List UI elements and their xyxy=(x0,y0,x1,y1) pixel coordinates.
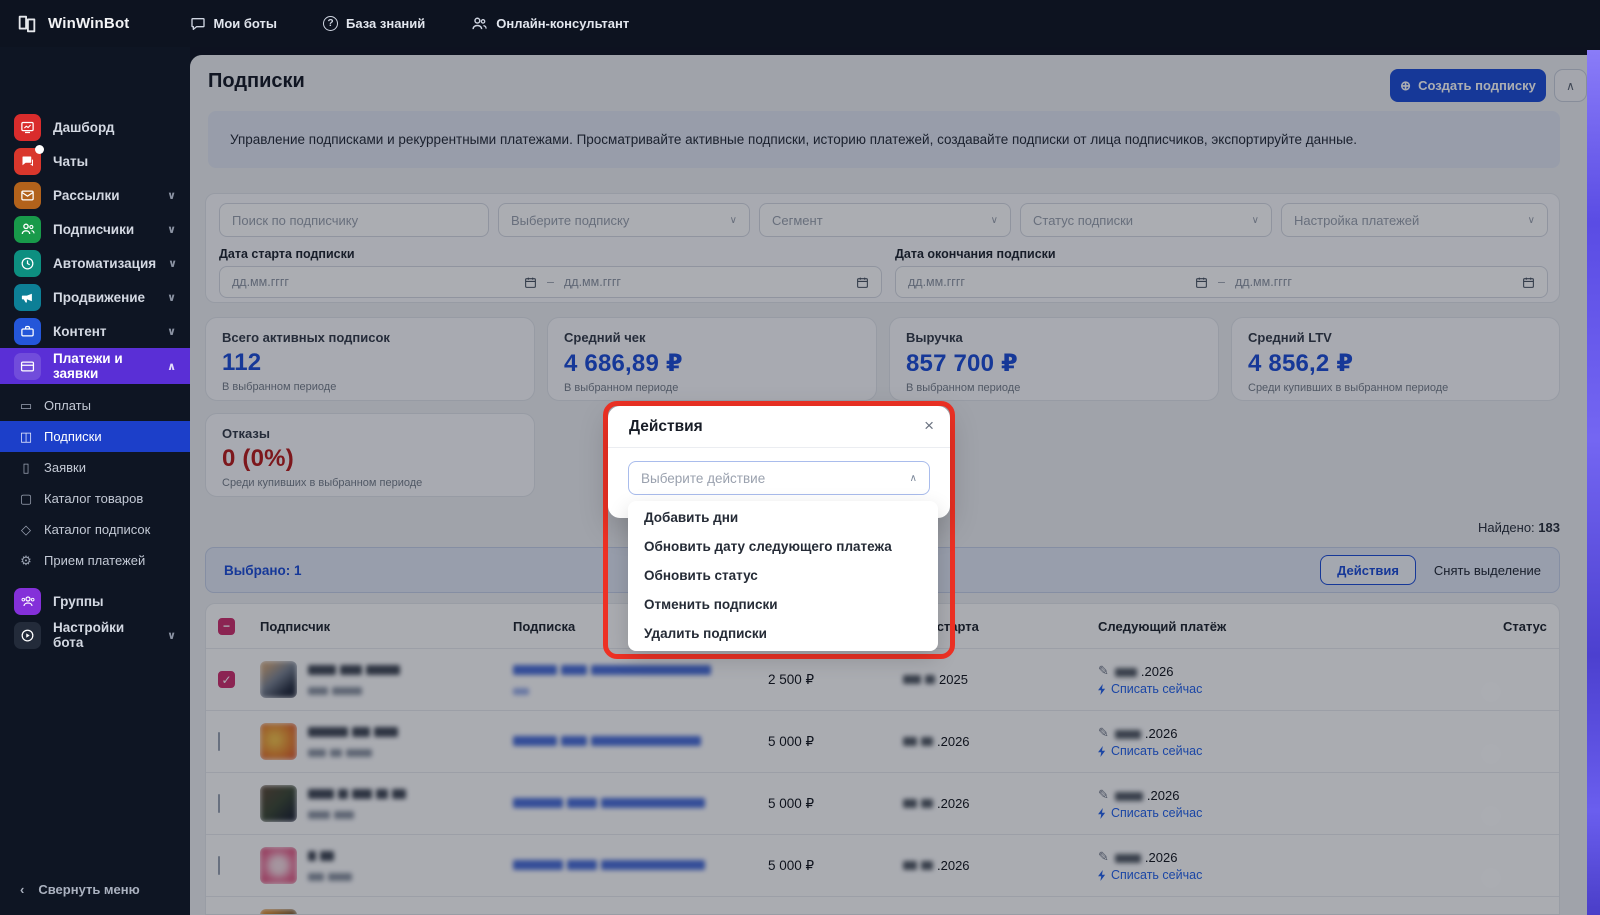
winwinbot-logo-icon xyxy=(16,13,38,35)
close-icon[interactable]: × xyxy=(924,416,934,436)
chat-bubble-icon xyxy=(190,16,206,32)
dropdown-option-add-days[interactable]: Добавить дни xyxy=(628,503,938,532)
chats-unread-badge xyxy=(35,144,44,154)
chevron-down-icon: ∨ xyxy=(167,189,176,202)
modal-title: Действия xyxy=(629,418,703,435)
chevron-up-icon: ∧ xyxy=(167,360,176,373)
sidebar-subitem-requests[interactable]: ▯ Заявки xyxy=(0,452,190,483)
sidebar-subitem-label: Заявки xyxy=(44,460,86,475)
topnav: Мои боты ? База знаний Онлайн-консультан… xyxy=(190,16,629,32)
sidebar-item-label: Чаты xyxy=(53,153,89,169)
dashboard-icon xyxy=(14,113,41,141)
sidebar-item-promotion[interactable]: Продвижение ∨ xyxy=(0,280,190,314)
sidebar-subitem-payments-list[interactable]: ▭ Оплаты xyxy=(0,390,190,421)
nav-knowledge-base-label: База знаний xyxy=(346,16,426,31)
chevron-down-icon: ∨ xyxy=(167,291,176,304)
brand[interactable]: WinWinBot xyxy=(16,13,130,35)
bot-settings-icon xyxy=(14,621,41,649)
sidebar-item-label: Продвижение xyxy=(53,289,146,305)
app-window: WinWinBot Мои боты ? База знаний Онлайн-… xyxy=(0,0,1600,915)
dropdown-option-delete-subscriptions[interactable]: Удалить подписки xyxy=(628,619,938,648)
sidebar-subitem-label: Оплаты xyxy=(44,398,91,413)
sidebar-item-broadcasts[interactable]: Рассылки ∨ xyxy=(0,178,190,212)
sidebar-item-groups[interactable]: Группы xyxy=(0,584,190,618)
sidebar-item-label: Контент xyxy=(53,323,107,339)
nav-online-consultant[interactable]: Онлайн-консультант xyxy=(471,16,629,31)
sidebar-item-payments[interactable]: Платежи и заявки ∧ xyxy=(0,348,190,384)
main-area: Подписки ⊕ Создать подписку ∧ Управление… xyxy=(190,47,1600,915)
subscribers-icon xyxy=(14,215,41,243)
sidebar-item-label: Дашборд xyxy=(53,119,115,135)
collapse-menu-button[interactable]: ‹ Свернуть меню xyxy=(0,882,190,897)
action-dropdown: Добавить дни Обновить дату следующего пл… xyxy=(628,501,938,651)
sidebar-item-bot-settings[interactable]: Настройки бота ∨ xyxy=(0,618,190,652)
dropdown-option-update-next-payment-date[interactable]: Обновить дату следующего платежа xyxy=(628,532,938,561)
sidebar-item-label: Настройки бота xyxy=(53,620,125,650)
sidebar-item-chats[interactable]: Чаты xyxy=(0,144,190,178)
briefcase-icon xyxy=(14,317,41,345)
sidebar-item-label: Автоматизация xyxy=(53,255,157,271)
megaphone-icon xyxy=(14,283,41,311)
brand-name: WinWinBot xyxy=(48,15,130,32)
sidebar-subitem-subscriptions[interactable]: ◫ Подписки xyxy=(0,421,190,452)
chevron-left-icon: ‹ xyxy=(20,882,25,897)
sidebar-item-content[interactable]: Контент ∨ xyxy=(0,314,190,348)
chevron-down-icon: ∨ xyxy=(167,629,176,642)
sidebar-subitem-label: Подписки xyxy=(44,429,102,444)
topbar: WinWinBot Мои боты ? База знаний Онлайн-… xyxy=(0,0,1600,47)
sidebar-subitem-label: Прием платежей xyxy=(44,553,146,568)
sidebar-item-label: Рассылки xyxy=(53,187,120,203)
chevron-up-icon: ∧ xyxy=(909,472,917,484)
mail-icon xyxy=(14,181,41,209)
chevron-down-icon: ∨ xyxy=(168,257,178,270)
sidebar-subitem-product-catalog[interactable]: ▢ Каталог товаров xyxy=(0,483,190,514)
document-outline-icon: ▯ xyxy=(22,459,30,475)
collapse-menu-label: Свернуть меню xyxy=(38,882,140,897)
sidebar-item-dashboard[interactable]: Дашборд xyxy=(0,110,190,144)
sidebar-item-label: Группы xyxy=(53,593,104,609)
action-select[interactable]: Выберите действие ∧ xyxy=(628,461,930,495)
sidebar: Дашборд Чаты Рассылки ∨ Подписчики ∨ Авт… xyxy=(0,47,190,915)
action-select-placeholder: Выберите действие xyxy=(641,470,766,486)
desktop-wallpaper-strip xyxy=(1587,50,1600,915)
groups-icon xyxy=(14,587,41,615)
chevron-down-icon: ∨ xyxy=(167,223,176,236)
sidebar-subitem-label: Каталог подписок xyxy=(44,522,151,537)
sidebar-subitem-payment-acceptance[interactable]: ⚙ Прием платежей xyxy=(0,545,190,576)
nav-online-consultant-label: Онлайн-консультант xyxy=(496,16,630,31)
cube-outline-icon: ◇ xyxy=(21,521,31,537)
dropdown-option-cancel-subscriptions[interactable]: Отменить подписки xyxy=(628,590,938,619)
sidebar-item-subscribers[interactable]: Подписчики ∨ xyxy=(0,212,190,246)
modal-divider xyxy=(608,447,950,448)
sidebar-item-automation[interactable]: Автоматизация ∨ xyxy=(0,246,190,280)
nav-knowledge-base[interactable]: ? База знаний xyxy=(323,16,425,31)
automation-icon xyxy=(14,249,41,277)
card-outline-icon: ▭ xyxy=(19,397,33,413)
sidebar-item-label: Подписчики xyxy=(53,221,135,237)
sidebar-subitem-label: Каталог товаров xyxy=(44,491,144,506)
sidebar-item-label: Платежи и заявки xyxy=(53,351,123,381)
page-content: Подписки ⊕ Создать подписку ∧ Управление… xyxy=(190,55,1600,915)
subscription-outline-icon: ◫ xyxy=(19,428,33,444)
people-icon xyxy=(471,16,488,31)
nav-my-bots[interactable]: Мои боты xyxy=(190,16,278,32)
sidebar-subitem-subscription-catalog[interactable]: ◇ Каталог подписок xyxy=(0,514,190,545)
chats-icon xyxy=(14,144,44,175)
dropdown-option-update-status[interactable]: Обновить статус xyxy=(628,561,938,590)
question-icon: ? xyxy=(323,16,339,31)
card-icon xyxy=(14,352,41,380)
nav-my-bots-label: Мои боты xyxy=(213,16,278,31)
bag-outline-icon: ▢ xyxy=(19,490,33,506)
gear-outline-icon: ⚙ xyxy=(20,552,32,568)
chevron-down-icon: ∨ xyxy=(167,325,176,338)
